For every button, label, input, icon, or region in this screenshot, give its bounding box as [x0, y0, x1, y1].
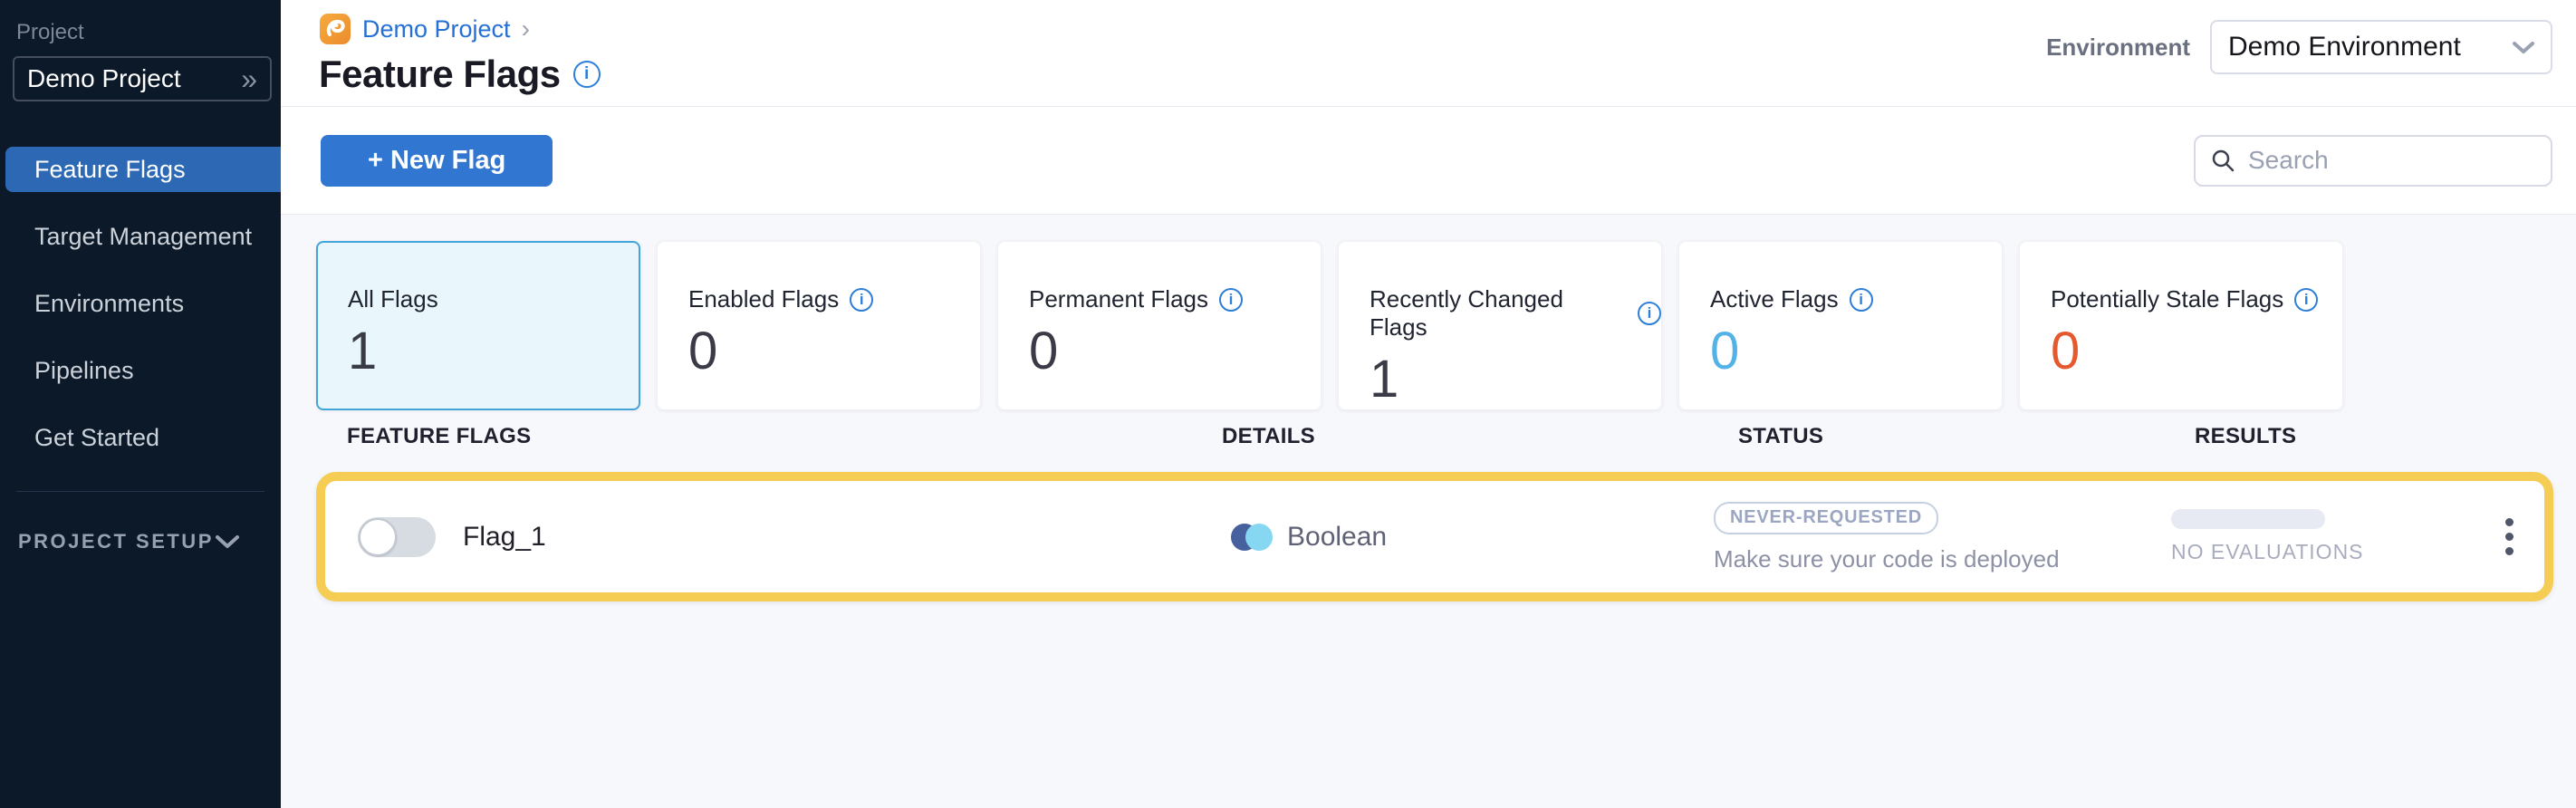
info-icon[interactable]: i	[1850, 288, 1873, 312]
card-label: All Flags	[348, 285, 438, 313]
chevron-down-icon	[216, 534, 239, 549]
card-value: 1	[1370, 349, 1661, 409]
sidebar-divider	[16, 491, 264, 492]
card-value: 1	[348, 321, 639, 381]
project-icon	[319, 13, 351, 45]
card-value: 0	[2051, 321, 2342, 381]
info-icon[interactable]: i	[1638, 302, 1661, 325]
evaluations-progress-bar	[2171, 509, 2325, 529]
column-header-feature-flags: FEATURE FLAGS	[316, 424, 1222, 449]
flag-type: Boolean	[1287, 522, 1387, 553]
environment-select[interactable]: Demo Environment	[2210, 20, 2552, 74]
project-setup-label: PROJECT SETUP	[18, 530, 214, 553]
boolean-type-icon	[1231, 524, 1273, 551]
results-note: NO EVALUATIONS	[2171, 540, 2475, 564]
sidebar-item-feature-flags[interactable]: Feature Flags	[5, 147, 281, 192]
sidebar-item-label: Pipelines	[34, 357, 134, 385]
toggle-knob	[359, 518, 397, 556]
environment-select-value: Demo Environment	[2228, 32, 2461, 63]
column-header-results: RESULTS	[2158, 424, 2465, 449]
card-all-flags[interactable]: All Flags 1	[316, 241, 640, 410]
table-header: FEATURE FLAGS DETAILS STATUS RESULTS	[316, 401, 2553, 472]
status-badge: NEVER-REQUESTED	[1714, 502, 1938, 534]
sidebar: Project Demo Project » Feature Flags Tar…	[0, 0, 281, 808]
project-selector-value: Demo Project	[27, 64, 181, 93]
sidebar-item-get-started[interactable]: Get Started	[0, 415, 281, 460]
info-icon[interactable]: i	[2294, 288, 2318, 312]
flag-results-cell: NO EVALUATIONS	[2167, 509, 2475, 564]
sidebar-item-label: Get Started	[34, 424, 159, 452]
sidebar-item-target-management[interactable]: Target Management	[0, 214, 281, 259]
info-icon[interactable]: i	[850, 288, 873, 312]
environment-label: Environment	[2046, 34, 2190, 62]
project-label: Project	[16, 20, 281, 45]
card-permanent-flags[interactable]: Permanent Flags i 0	[997, 241, 1322, 410]
new-flag-button[interactable]: + New Flag	[321, 135, 553, 187]
breadcrumb-project-link[interactable]: Demo Project	[362, 15, 511, 43]
column-header-details: DETAILS	[1222, 424, 1705, 449]
status-note: Make sure your code is deployed	[1714, 545, 2167, 573]
card-value: 0	[688, 321, 980, 381]
info-icon[interactable]: i	[1219, 288, 1243, 312]
search-icon	[2210, 148, 2235, 173]
row-options-menu-button[interactable]	[2496, 509, 2523, 564]
flag-name-cell: Flag_1	[325, 517, 1231, 557]
table-row-flag-1[interactable]: Flag_1 Boolean NEVER-REQUESTED Make sure…	[316, 472, 2553, 601]
page-header: Demo Project › Feature Flags i Environme…	[281, 0, 2576, 107]
sidebar-item-pipelines[interactable]: Pipelines	[0, 348, 281, 393]
environment-picker: Environment Demo Environment	[2046, 20, 2552, 74]
column-header-status: STATUS	[1705, 424, 2158, 449]
sidebar-nav: Feature Flags Target Management Environm…	[0, 147, 281, 482]
flag-stat-cards: All Flags 1 Enabled Flags i 0 Permanent …	[316, 241, 2553, 401]
flag-toggle[interactable]	[358, 517, 436, 557]
page-title: Feature Flags	[319, 53, 561, 96]
search-box	[2194, 135, 2552, 187]
content-area: All Flags 1 Enabled Flags i 0 Permanent …	[281, 215, 2576, 808]
project-selector[interactable]: Demo Project »	[13, 56, 272, 101]
expand-projects-icon[interactable]: »	[241, 64, 257, 93]
flag-name[interactable]: Flag_1	[463, 522, 546, 553]
sidebar-item-label: Feature Flags	[34, 156, 186, 184]
card-recently-changed-flags[interactable]: Recently Changed Flags i 1	[1338, 241, 1662, 410]
search-input[interactable]	[2248, 146, 2536, 175]
card-enabled-flags[interactable]: Enabled Flags i 0	[657, 241, 981, 410]
sidebar-item-label: Target Management	[34, 223, 252, 251]
main-area: Demo Project › Feature Flags i Environme…	[281, 0, 2576, 808]
toolbar: + New Flag	[281, 107, 2576, 215]
card-potentially-stale-flags[interactable]: Potentially Stale Flags i 0	[2019, 241, 2343, 410]
card-label: Permanent Flags	[1029, 285, 1208, 313]
card-label: Recently Changed Flags	[1370, 285, 1627, 341]
project-setup-section[interactable]: PROJECT SETUP	[0, 530, 281, 553]
card-label: Active Flags	[1710, 285, 1839, 313]
card-label: Potentially Stale Flags	[2051, 285, 2283, 313]
card-value: 0	[1710, 321, 2002, 381]
sidebar-item-environments[interactable]: Environments	[0, 281, 281, 326]
flag-status-cell: NEVER-REQUESTED Make sure your code is d…	[1714, 500, 2167, 573]
card-active-flags[interactable]: Active Flags i 0	[1678, 241, 2003, 410]
chevron-down-icon	[2513, 41, 2534, 54]
card-value: 0	[1029, 321, 1321, 381]
sidebar-item-label: Environments	[34, 290, 184, 318]
title-info-icon[interactable]: i	[573, 61, 601, 88]
flag-details-cell: Boolean	[1231, 522, 1714, 553]
breadcrumb-separator-icon: ›	[522, 14, 530, 43]
card-label: Enabled Flags	[688, 285, 839, 313]
